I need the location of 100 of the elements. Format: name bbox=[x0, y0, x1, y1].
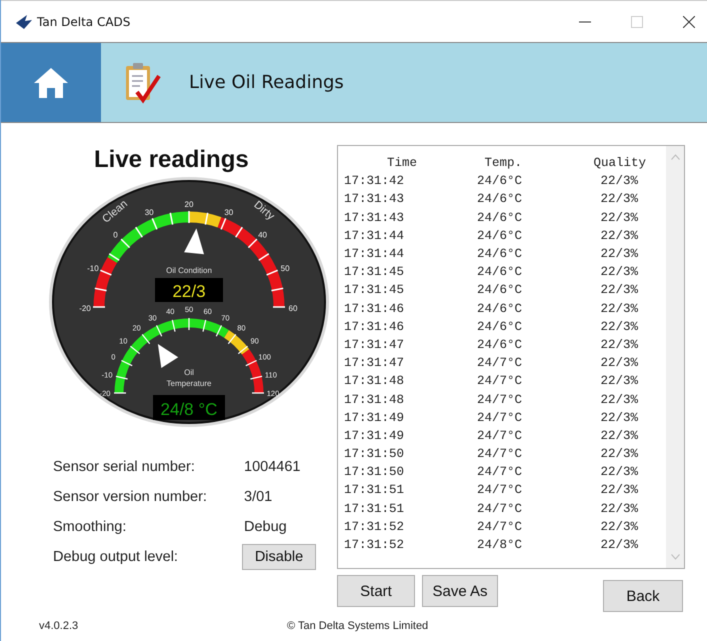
reading-cell-text: 24/6°C bbox=[476, 192, 523, 206]
reading-cell-text: 24/7°C bbox=[476, 374, 523, 388]
reading-cell-text: 24/6°C bbox=[476, 210, 523, 225]
reading-cell-text: 17:31:43 bbox=[344, 210, 406, 225]
reading-cell-text: 22/3% bbox=[599, 410, 638, 425]
info-label: Sensor serial number: bbox=[53, 459, 196, 475]
reading-cell-text: 17:31:45 bbox=[344, 283, 406, 298]
gauge-caption: Temperature bbox=[166, 379, 212, 388]
reading-cell-text: 24/7°C bbox=[476, 410, 523, 425]
scale-label: 20 bbox=[184, 200, 194, 209]
reading-cell-text: 17:31:46 bbox=[344, 302, 406, 316]
reading-cell-text: 22/3% bbox=[599, 392, 638, 407]
pointer-icon bbox=[158, 344, 178, 368]
app-logo-icon bbox=[15, 14, 33, 30]
reading-cell-text: 22/3% bbox=[599, 465, 638, 480]
info-value: 1004461 bbox=[244, 459, 300, 475]
scroll-down-icon[interactable] bbox=[670, 554, 680, 560]
reading-cell-text: 17:31:48 bbox=[344, 392, 406, 407]
scale-label: -20 bbox=[79, 304, 91, 313]
version-label: v4.0.2.3 bbox=[39, 620, 78, 632]
reading-cell-text: 22/3% bbox=[599, 483, 638, 498]
reading-cell-text: 24/7°C bbox=[476, 465, 523, 480]
column-header: Quality bbox=[592, 156, 646, 170]
info-label: Smoothing: bbox=[53, 519, 128, 535]
scrollbar[interactable] bbox=[666, 146, 684, 568]
reading-cell-text: 24/6°C bbox=[476, 283, 523, 298]
scale-label: 60 bbox=[288, 304, 298, 313]
action-button[interactable]: Save As bbox=[422, 575, 498, 607]
reading-cell-text: 22/3% bbox=[599, 210, 638, 225]
reading-cell-text: 22/3% bbox=[599, 283, 638, 298]
window-title: Tan Delta CADS bbox=[37, 14, 130, 28]
reading-cell-text: 22/3% bbox=[599, 192, 638, 206]
scale-label: -10 bbox=[87, 264, 99, 274]
reading-cell-text: 17:31:51 bbox=[344, 483, 406, 498]
reading-cell-text: 17:31:47 bbox=[344, 356, 406, 370]
reading-cell-text: 24/7°C bbox=[476, 520, 523, 534]
section-heading: Live readings bbox=[94, 145, 249, 175]
reading-cell-text: 24/7°C bbox=[476, 483, 523, 498]
scale-label: 30 bbox=[144, 208, 154, 217]
reading-cell-text: 17:31:44 bbox=[344, 228, 406, 243]
close-icon[interactable] bbox=[683, 16, 695, 28]
reading-cell-text: 22/3% bbox=[599, 428, 638, 443]
maximize-icon[interactable] bbox=[631, 16, 643, 28]
scroll-up-icon[interactable] bbox=[670, 154, 680, 160]
clipboard-icon bbox=[123, 62, 161, 104]
reading-cell-text: 22/3% bbox=[599, 302, 638, 316]
gauge-caption: Oil bbox=[184, 368, 194, 377]
reading-cell-text: 22/3% bbox=[599, 374, 638, 388]
reading-cell-text: 22/3% bbox=[599, 320, 638, 334]
back-button[interactable]: Back bbox=[603, 580, 683, 612]
copyright-text: © Tan Delta Systems Limited bbox=[287, 620, 428, 632]
home-icon bbox=[34, 68, 68, 98]
home-button[interactable] bbox=[1, 43, 101, 122]
reading-cell-text: 22/3% bbox=[599, 520, 638, 534]
reading-cell-text: 24/7°C bbox=[476, 392, 523, 407]
condition-reading: 22/3 bbox=[172, 282, 206, 301]
reading-cell-text: 17:31:50 bbox=[344, 447, 406, 462]
reading-cell-text: 17:31:43 bbox=[344, 192, 406, 206]
reading-cell-text: 24/6°C bbox=[476, 265, 523, 280]
reading-cell-text: 22/3% bbox=[599, 247, 638, 262]
page-title: Live Oil Readings bbox=[189, 72, 344, 93]
reading-cell-text: 17:31:51 bbox=[344, 502, 406, 516]
scale-label: 50 bbox=[280, 264, 290, 274]
reading-cell-text: 24/6°C bbox=[476, 174, 523, 188]
pointer-icon bbox=[184, 228, 204, 254]
reading-cell-text: 24/6°C bbox=[476, 228, 523, 243]
reading-cell-text: 24/7°C bbox=[476, 447, 523, 462]
reading-cell-text: 17:31:52 bbox=[344, 538, 406, 552]
reading-cell-text: 22/3% bbox=[599, 356, 638, 370]
column-header: Time bbox=[386, 156, 417, 170]
temperature-reading: 24/8 °C bbox=[160, 400, 218, 419]
reading-cell-text: 22/3% bbox=[599, 502, 638, 516]
reading-cell-text: 24/8°C bbox=[476, 538, 523, 552]
gauge-caption: Oil Condition bbox=[166, 266, 212, 275]
reading-cell-text: 24/7°C bbox=[476, 502, 523, 516]
reading-cell-text: 17:31:42 bbox=[344, 174, 406, 188]
reading-cell-text: 17:31:50 bbox=[344, 465, 406, 480]
reading-cell-text: 22/3% bbox=[599, 265, 638, 280]
action-button[interactable]: Start bbox=[337, 575, 415, 607]
reading-cell-text: 17:31:49 bbox=[344, 428, 406, 443]
reading-cell-text: 24/6°C bbox=[476, 338, 523, 352]
reading-cell-text: 24/6°C bbox=[476, 320, 523, 334]
reading-cell-text: 22/3% bbox=[599, 447, 638, 462]
scale-label: 40 bbox=[258, 230, 267, 240]
reading-cell-text: 24/6°C bbox=[476, 302, 523, 316]
disable-button[interactable]: Disable bbox=[242, 544, 316, 570]
info-value: 3/01 bbox=[244, 489, 272, 505]
reading-cell-text: 24/6°C bbox=[476, 247, 523, 262]
reading-cell-text: 17:31:45 bbox=[344, 265, 406, 280]
reading-cell-text: 17:31:52 bbox=[344, 520, 406, 534]
reading-cell-text: 22/3% bbox=[599, 174, 638, 188]
reading-cell-text: 22/3% bbox=[599, 228, 638, 243]
reading-cell-text: 24/7°C bbox=[476, 356, 523, 370]
info-value: Debug bbox=[244, 519, 287, 535]
reading-cell-text: 17:31:44 bbox=[344, 247, 406, 262]
reading-cell-text: 17:31:48 bbox=[344, 374, 406, 388]
reading-cell-text: 24/7°C bbox=[476, 428, 523, 443]
reading-cell-text: 22/3% bbox=[599, 538, 638, 552]
scale-label: 0 bbox=[113, 230, 118, 240]
reading-cell-text: 17:31:47 bbox=[344, 338, 406, 352]
